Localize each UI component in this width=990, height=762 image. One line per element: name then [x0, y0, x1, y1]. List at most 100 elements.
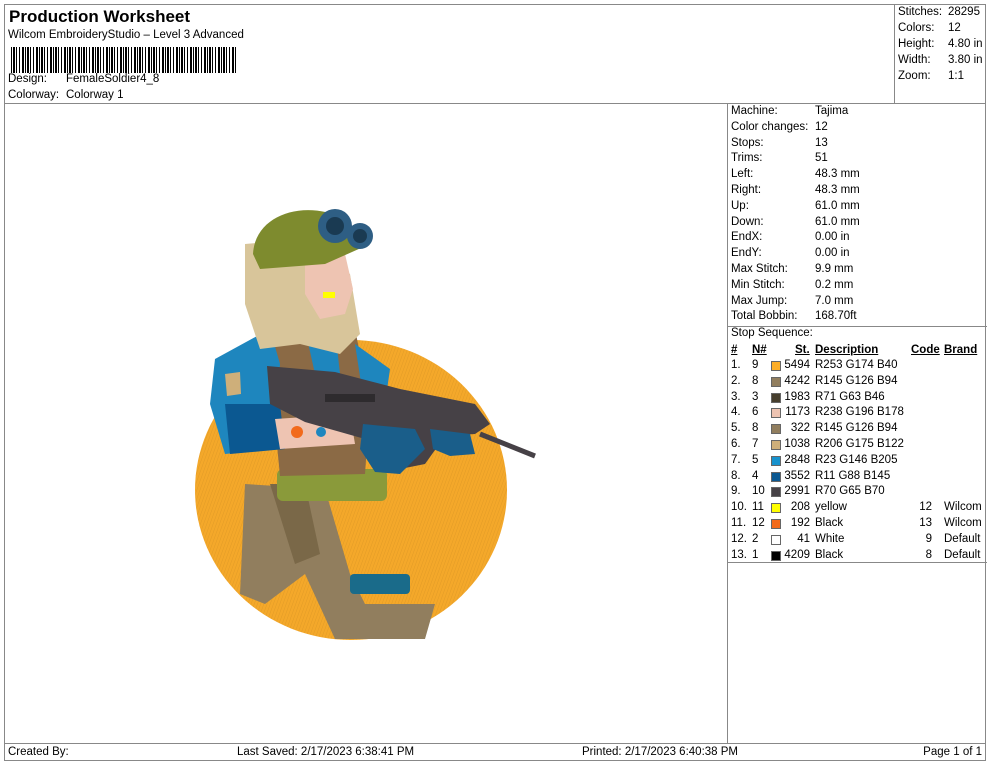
- seq-description: R206 G175 B122: [815, 438, 904, 450]
- info-value: Tajima: [815, 105, 849, 117]
- seq-stitches: 3552: [784, 469, 810, 482]
- color-swatch: [771, 392, 781, 403]
- stop-sequence-row: 7. 5 2848 R23 G146 B205: [728, 454, 987, 469]
- seq-stitches: 1173: [785, 406, 810, 419]
- stop-sequence-row: 3. 3 1983 R71 G63 B46: [728, 391, 987, 406]
- seq-needle: 6: [752, 406, 759, 419]
- stat-row: Colors: 12: [898, 22, 961, 34]
- seq-stitches: 1038: [784, 438, 810, 450]
- stop-sequence-row: 1. 9 5494 R253 G174 B40: [728, 359, 987, 374]
- seq-needle: 9: [752, 359, 759, 371]
- seq-needle: 5: [752, 453, 759, 466]
- stop-sequence-row: 8. 4 3552 R11 G88 B145: [728, 470, 987, 485]
- stat-value: 4.80 in: [948, 38, 983, 50]
- machine-info-row: Max Jump: 7.0 mm: [731, 295, 853, 310]
- info-value: 51: [815, 152, 828, 165]
- seq-code: 12: [919, 501, 932, 514]
- machine-info-row: Color changes: 12: [731, 121, 828, 136]
- seq-needle: 4: [752, 469, 759, 482]
- seq-needle: 8: [752, 422, 759, 435]
- colorway-value: Colorway 1: [66, 89, 124, 101]
- machine-info-row: Max Stitch: 9.9 mm: [731, 263, 853, 278]
- seq-description: R145 G126 B94: [815, 422, 898, 435]
- stat-value: 12: [948, 22, 961, 34]
- col-n: N#: [752, 344, 767, 356]
- seq-code: 13: [919, 517, 932, 529]
- seq-num: 8.: [731, 469, 741, 482]
- seq-stitches: 2848: [784, 453, 810, 466]
- seq-needle: 10: [752, 485, 765, 498]
- seq-description: R11 G88 B145: [815, 469, 891, 482]
- seq-description: Black: [815, 517, 844, 529]
- seq-num: 5.: [731, 422, 741, 435]
- color-swatch: [771, 534, 781, 545]
- seq-num: 11.: [731, 517, 747, 529]
- info-label: Left:: [731, 168, 754, 181]
- col-desc: Description: [815, 344, 879, 356]
- seq-description: R71 G63 B46: [815, 390, 885, 403]
- seq-brand: Default: [944, 532, 981, 545]
- colorway-row: Colorway: Colorway 1: [8, 89, 124, 101]
- info-value: 0.2 mm: [815, 278, 854, 291]
- stat-row: Zoom: 1:1: [898, 70, 964, 82]
- seq-brand: Wilcom: [944, 501, 982, 514]
- seq-needle: 11: [752, 501, 764, 514]
- machine-info-row: Left: 48.3 mm: [731, 168, 860, 183]
- stat-value: 1:1: [948, 70, 964, 82]
- stop-sequence-row: 5. 8 322 R145 G126 B94: [728, 422, 987, 437]
- info-label: Right:: [731, 184, 762, 196]
- seq-num: 13.: [731, 548, 747, 561]
- col-code: Code: [911, 344, 940, 356]
- color-swatch: [771, 471, 781, 482]
- stat-row: Stitches: 28295: [898, 6, 980, 18]
- stat-label: Zoom:: [898, 70, 931, 82]
- stat-label: Height:: [898, 38, 935, 50]
- seq-code: 9: [925, 532, 932, 545]
- info-label: EndX:: [731, 231, 763, 244]
- stat-row: Height: 4.80 in: [898, 38, 983, 50]
- info-label: Min Stitch:: [731, 278, 785, 291]
- info-label: Total Bobbin:: [731, 310, 798, 323]
- seq-num: 6.: [731, 438, 741, 450]
- seq-needle: 2: [752, 532, 759, 545]
- info-label: Max Stitch:: [731, 263, 788, 275]
- machine-info-row: Up: 61.0 mm: [731, 200, 860, 215]
- seq-num: 9.: [731, 485, 741, 498]
- seq-stitches: 192: [790, 517, 810, 529]
- seq-brand: Default: [944, 548, 981, 561]
- info-label: Machine:: [731, 105, 778, 117]
- color-swatch: [771, 519, 781, 529]
- stop-sequence-row: 6. 7 1038 R206 G175 B122: [728, 438, 987, 453]
- machine-info-row: Min Stitch: 0.2 mm: [731, 279, 853, 294]
- seq-stitches: 41: [797, 532, 810, 545]
- stat-value: 3.80 in: [948, 54, 983, 66]
- stop-sequence-title: Stop Sequence:: [731, 327, 813, 339]
- stop-sequence-row: 2. 8 4242 R145 G126 B94: [728, 375, 987, 390]
- seq-num: 7.: [731, 453, 741, 466]
- seq-num: 12.: [731, 532, 747, 545]
- info-label: Max Jump:: [731, 294, 788, 307]
- color-swatch: [771, 487, 781, 498]
- divider: [728, 562, 987, 563]
- info-value: 13: [815, 136, 828, 149]
- seq-description: White: [815, 532, 845, 545]
- info-value: 7.0 mm: [815, 294, 854, 307]
- seq-description: yellow: [815, 501, 847, 514]
- page-number: Page 1 of 1: [923, 746, 982, 758]
- machine-info-row: Total Bobbin: 168.70ft: [731, 310, 857, 325]
- printed-date: Printed: 2/17/2023 6:40:38 PM: [582, 746, 738, 758]
- seq-needle: 7: [752, 438, 759, 450]
- design-row: Design: FemaleSoldier4_8: [8, 73, 159, 85]
- color-swatch: [771, 503, 781, 514]
- design-value: FemaleSoldier4_8: [66, 73, 160, 85]
- worksheet-title: Production Worksheet: [9, 7, 191, 26]
- seq-stitches: 2991: [784, 485, 810, 498]
- seq-num: 1.: [731, 359, 741, 371]
- seq-stitches: 5494: [784, 359, 810, 371]
- info-label: Trims:: [731, 152, 763, 165]
- stat-label: Colors:: [898, 22, 935, 34]
- colorway-label: Colorway:: [8, 89, 60, 101]
- stop-sequence-row: 9. 10 2991 R70 G65 B70: [728, 485, 987, 500]
- stop-sequence-row: 12. 2 41 White 9 Default: [728, 533, 987, 548]
- info-value: 48.3 mm: [815, 168, 860, 181]
